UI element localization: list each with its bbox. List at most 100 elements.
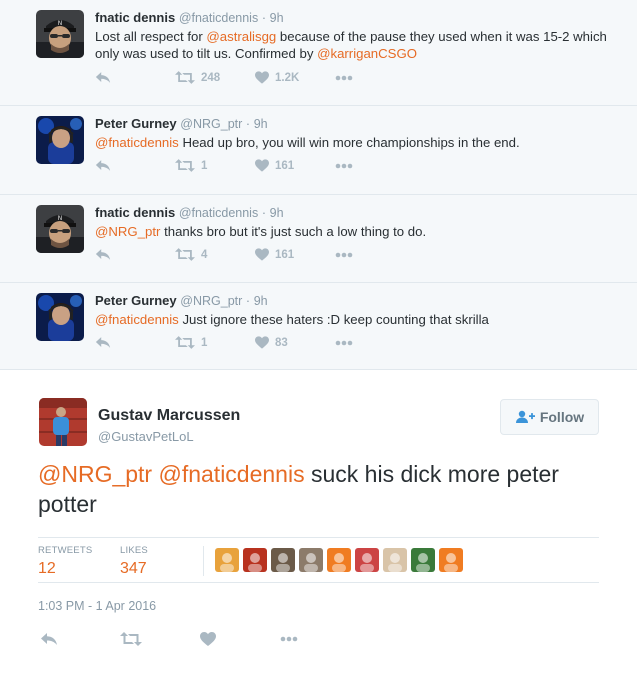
tweet-actions: 4 161 (95, 248, 353, 261)
retweet-icon (175, 71, 195, 84)
tweet-stats: RETWEETS 12 LIKES 347 (38, 537, 599, 583)
tweet-actions (40, 632, 298, 646)
thread-tweet[interactable]: Peter Gurney @NRG_ptr · 9h @fnaticdennis… (0, 283, 637, 370)
retweets-count: 12 (38, 560, 56, 577)
liker-avatar[interactable] (215, 548, 239, 572)
liker-avatar[interactable] (355, 548, 379, 572)
avatar[interactable]: N (36, 10, 84, 58)
mention-link[interactable]: @fnaticdennis (158, 461, 304, 487)
separator-dot: · (245, 294, 251, 308)
tweet-text: @fnaticdennis Just ignore these haters :… (95, 311, 615, 328)
heart-icon (255, 159, 269, 172)
like-button[interactable]: 83 (255, 336, 335, 349)
thread-tweet[interactable]: N fnatic dennis @fnaticdennis · 9h Lost … (0, 0, 637, 106)
reply-icon (95, 160, 111, 171)
retweet-icon (120, 632, 142, 646)
likes-label: LIKES (120, 545, 148, 556)
author-handle[interactable]: @GustavPetLoL (98, 429, 194, 444)
mention-link[interactable]: @fnaticdennis (95, 135, 179, 150)
tweet-text-segment: Lost all respect for (95, 29, 207, 44)
author-name[interactable]: Peter Gurney (95, 293, 177, 308)
more-icon (335, 75, 353, 80)
retweet-count: 1 (201, 336, 208, 349)
follow-button[interactable]: Follow (500, 399, 599, 435)
avatar[interactable] (36, 116, 84, 164)
tweet-header: fnatic dennis @fnaticdennis · 9h (95, 10, 284, 25)
author-name[interactable]: Gustav Marcussen (98, 407, 240, 425)
liker-avatar[interactable] (243, 548, 267, 572)
retweets-stat[interactable]: RETWEETS 12 (38, 545, 92, 578)
likes-stat[interactable]: LIKES 347 (120, 545, 148, 578)
conversation-thread: N fnatic dennis @fnaticdennis · 9h Lost … (0, 0, 637, 370)
tweet-timestamp[interactable]: 1:03 PM - 1 Apr 2016 (38, 599, 156, 613)
avatar[interactable] (39, 398, 87, 446)
like-count: 161 (275, 159, 295, 172)
tweet-time[interactable]: 9h (270, 11, 284, 25)
more-button[interactable] (335, 75, 353, 81)
like-count: 161 (275, 248, 295, 261)
like-button[interactable]: 1.2K (255, 71, 335, 84)
retweet-button[interactable]: 248 (175, 71, 255, 84)
author-name[interactable]: Peter Gurney (95, 116, 177, 131)
separator-dot: · (245, 117, 251, 131)
avatar[interactable]: N (36, 205, 84, 253)
mention-link[interactable]: @karriganCSGO (317, 46, 417, 61)
tweet-time[interactable]: 9h (254, 117, 268, 131)
mention-link[interactable]: @NRG_ptr (95, 224, 160, 239)
liker-avatar[interactable] (383, 548, 407, 572)
retweets-label: RETWEETS (38, 545, 93, 556)
tweet-time[interactable]: 9h (270, 206, 284, 220)
retweet-button[interactable]: 1 (175, 159, 255, 172)
mention-link[interactable]: @astralisgg (206, 29, 276, 44)
retweet-icon (175, 159, 195, 172)
reply-button[interactable] (40, 632, 120, 646)
separator-dot: · (261, 206, 267, 220)
reply-button[interactable] (95, 71, 175, 84)
reply-icon (95, 337, 111, 348)
author-handle[interactable]: @NRG_ptr (180, 117, 242, 131)
more-button[interactable] (335, 163, 353, 169)
author-handle[interactable]: @NRG_ptr (180, 294, 242, 308)
retweet-button[interactable] (120, 632, 200, 646)
like-button[interactable]: 161 (255, 248, 335, 261)
like-button[interactable] (200, 632, 280, 646)
more-button[interactable] (335, 340, 353, 346)
retweet-count: 248 (201, 71, 221, 84)
more-button[interactable] (280, 636, 298, 642)
mention-link[interactable]: @fnaticdennis (95, 312, 179, 327)
author-name[interactable]: fnatic dennis (95, 10, 175, 25)
retweet-button[interactable]: 1 (175, 336, 255, 349)
liker-avatar[interactable] (411, 548, 435, 572)
author-name[interactable]: fnatic dennis (95, 205, 175, 220)
reply-icon (95, 72, 111, 83)
tweet-time[interactable]: 9h (254, 294, 268, 308)
mention-link[interactable]: @NRG_ptr (38, 461, 152, 487)
heart-icon (255, 71, 269, 84)
liker-avatar[interactable] (439, 548, 463, 572)
tweet-actions: 1 161 (95, 159, 353, 172)
liker-avatar[interactable] (299, 548, 323, 572)
liker-avatar[interactable] (327, 548, 351, 572)
more-icon (335, 340, 353, 345)
more-button[interactable] (335, 252, 353, 258)
reply-button[interactable] (95, 336, 175, 349)
thread-tweet[interactable]: N fnatic dennis @fnaticdennis · 9h @NRG_… (0, 195, 637, 283)
author-handle[interactable]: @fnaticdennis (179, 206, 258, 220)
main-tweet: Gustav Marcussen @GustavPetLoL Follow @N… (0, 370, 637, 675)
like-button[interactable]: 161 (255, 159, 335, 172)
reply-button[interactable] (95, 248, 175, 261)
more-icon (335, 252, 353, 257)
retweet-button[interactable]: 4 (175, 248, 255, 261)
tweet-header: fnatic dennis @fnaticdennis · 9h (95, 205, 284, 220)
reply-button[interactable] (95, 159, 175, 172)
thread-tweet[interactable]: Peter Gurney @NRG_ptr · 9h @fnaticdennis… (0, 106, 637, 195)
tweet-actions: 1 83 (95, 336, 353, 349)
reply-icon (41, 633, 57, 645)
svg-text:N: N (58, 20, 63, 27)
heart-icon (255, 336, 269, 349)
avatar[interactable] (36, 293, 84, 341)
retweet-icon (175, 336, 195, 349)
tweet-text: @fnaticdennis Head up bro, you will win … (95, 134, 615, 151)
author-handle[interactable]: @fnaticdennis (179, 11, 258, 25)
liker-avatar[interactable] (271, 548, 295, 572)
